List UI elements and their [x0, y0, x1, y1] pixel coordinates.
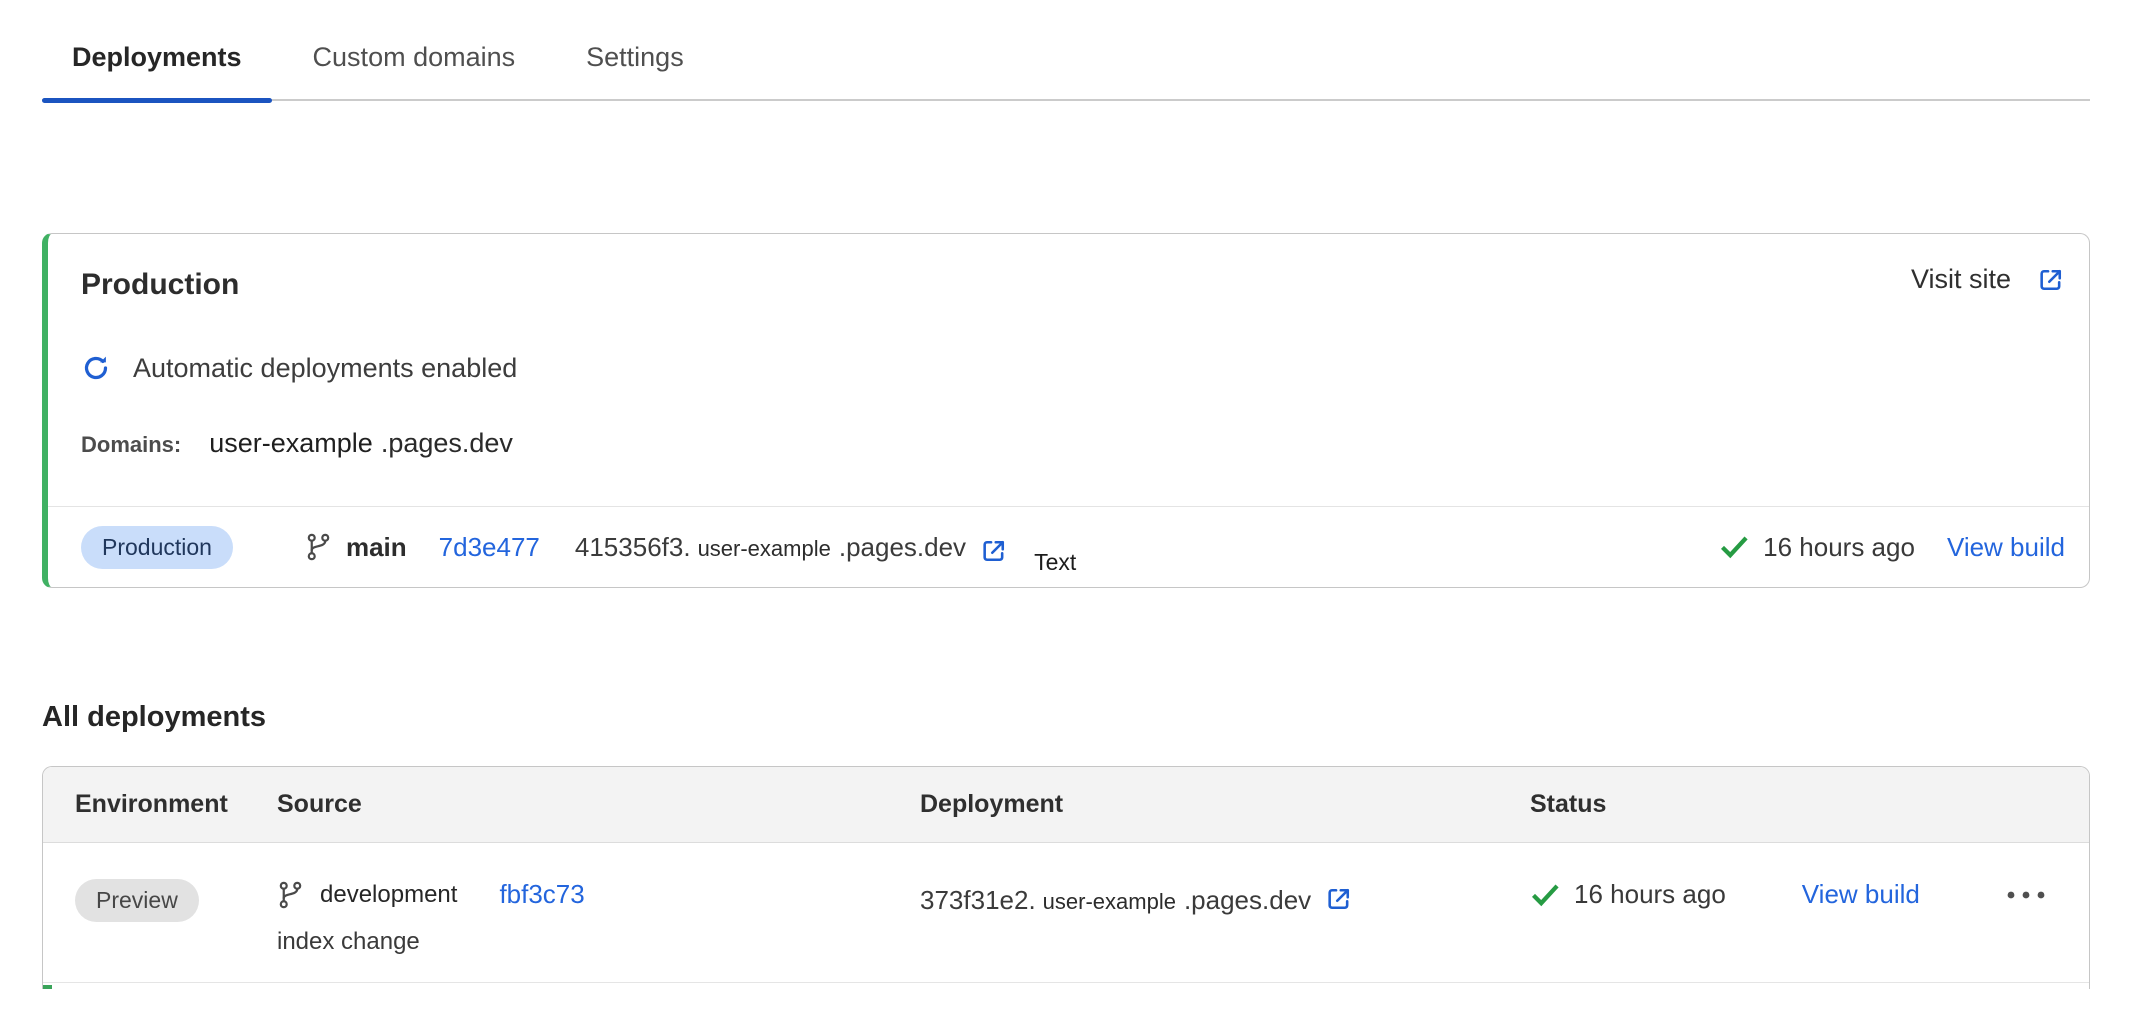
deployment-url-suffix: .pages.dev	[1184, 885, 1311, 916]
deployment-url-subdomain: user-example	[698, 536, 831, 562]
commit-link[interactable]: fbf3c73	[499, 879, 584, 910]
check-icon	[1530, 880, 1560, 910]
deployment-url-prefix: 373f31e2.	[920, 885, 1036, 916]
commit-link[interactable]: 7d3e477	[439, 532, 540, 563]
external-link-icon[interactable]	[980, 537, 1008, 565]
tab-deployments[interactable]: Deployments	[42, 34, 272, 99]
environment-badge: Preview	[75, 879, 199, 922]
source-cell: development fbf3c73 index change	[277, 879, 920, 958]
deployment-time: 16 hours ago	[1763, 532, 1915, 563]
branch-name: development	[320, 881, 457, 909]
table-row: Preview development fbf3c73 index change	[43, 843, 2089, 983]
environment-badge: Production	[81, 526, 233, 569]
auto-deployments-text: Automatic deployments enabled	[133, 350, 517, 386]
production-deployment-row: Production main 7d3e477 415356f3. user-e…	[48, 507, 2089, 587]
deployment-note: Text	[1034, 549, 1076, 576]
domains-label: Domains:	[81, 428, 181, 462]
refresh-icon	[81, 353, 111, 383]
next-row-badge-peek	[43, 985, 52, 989]
view-build-link[interactable]: View build	[1947, 532, 2065, 563]
more-options-icon[interactable]	[2003, 880, 2049, 910]
view-build-link[interactable]: View build	[1802, 879, 1920, 910]
deployment-url-subdomain: user-example	[1043, 889, 1176, 915]
deployment-url: 415356f3. user-example .pages.dev	[575, 532, 966, 563]
external-link-icon[interactable]	[1325, 885, 1353, 913]
production-card-title: Production	[81, 264, 239, 306]
domain-suffix: .pages.dev	[381, 426, 513, 460]
git-branch-icon	[277, 880, 304, 910]
deployments-table: Environment Source Deployment Status Pre…	[42, 766, 2090, 989]
visit-site-link[interactable]: Visit site	[1911, 264, 2065, 295]
status-cell: 16 hours ago View build	[1530, 879, 2089, 910]
production-card: Production Visit site Automatic deployme…	[42, 233, 2090, 588]
all-deployments-title: All deployments	[42, 698, 2132, 736]
branch-name: main	[346, 532, 407, 563]
deployment-cell: 373f31e2. user-example .pages.dev	[920, 879, 1530, 916]
column-environment: Environment	[43, 790, 277, 819]
git-branch-icon	[305, 532, 332, 562]
tab-bar: Deployments Custom domains Settings	[42, 0, 2090, 101]
tab-custom-domains[interactable]: Custom domains	[283, 34, 546, 99]
commit-message: index change	[277, 926, 920, 958]
domains-row: Domains: user-example .pages.dev	[81, 426, 2089, 462]
tab-settings[interactable]: Settings	[556, 34, 714, 99]
deployment-time: 16 hours ago	[1574, 879, 1726, 910]
check-icon	[1719, 532, 1749, 562]
deployment-url-suffix: .pages.dev	[839, 532, 966, 563]
table-header-row: Environment Source Deployment Status	[43, 767, 2089, 843]
next-row-peek	[43, 983, 2089, 989]
external-link-icon	[2037, 266, 2065, 294]
column-source: Source	[277, 790, 920, 819]
column-deployment: Deployment	[920, 790, 1530, 819]
visit-site-label: Visit site	[1911, 264, 2011, 295]
deployment-url-prefix: 415356f3.	[575, 532, 691, 563]
column-status: Status	[1530, 790, 2089, 819]
domain-subdomain: user-example	[209, 426, 373, 460]
